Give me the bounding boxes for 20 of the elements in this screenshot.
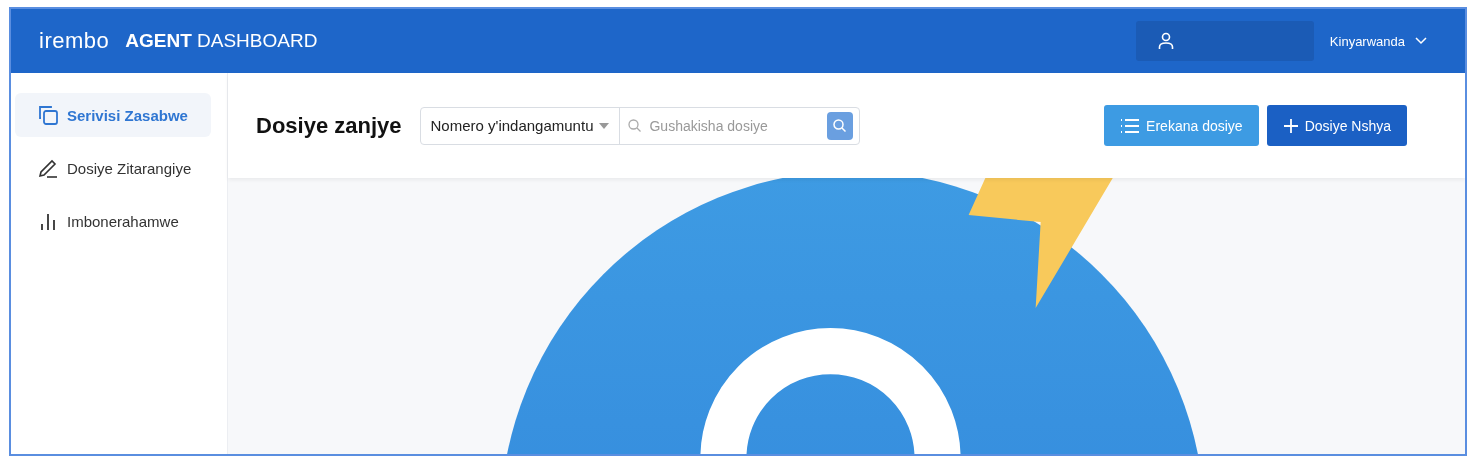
language-dropdown[interactable]: Kinyarwanda [1329, 33, 1427, 49]
app-title: AGENT DASHBOARD [125, 30, 318, 52]
new-file-button[interactable]: Dosiye Nshya [1266, 105, 1407, 146]
sidebar-item[interactable]: Imbonerahamwe [15, 199, 211, 243]
plus-icon [1282, 117, 1299, 134]
pen-icon [37, 157, 59, 179]
search-icon [833, 119, 846, 132]
search-button[interactable] [826, 111, 853, 140]
sidebar-item[interactable]: Dosiye Zitarangiye [15, 146, 211, 190]
sidebar-item[interactable]: Serivisi Zasabwe [15, 93, 211, 137]
list-icon [1120, 117, 1141, 134]
search-type-dropdown[interactable]: Nomero y'indangamuntu [420, 107, 621, 144]
copy-icon [37, 104, 59, 126]
user-icon [1157, 32, 1174, 50]
chevron-down-icon [1415, 37, 1427, 45]
search-icon [628, 119, 642, 132]
show-files-button[interactable]: Erekana dosiye [1104, 105, 1259, 146]
logo: irembo [39, 28, 110, 54]
page-title: Dosiye zanjye [256, 112, 402, 139]
caret-icon [599, 122, 610, 129]
